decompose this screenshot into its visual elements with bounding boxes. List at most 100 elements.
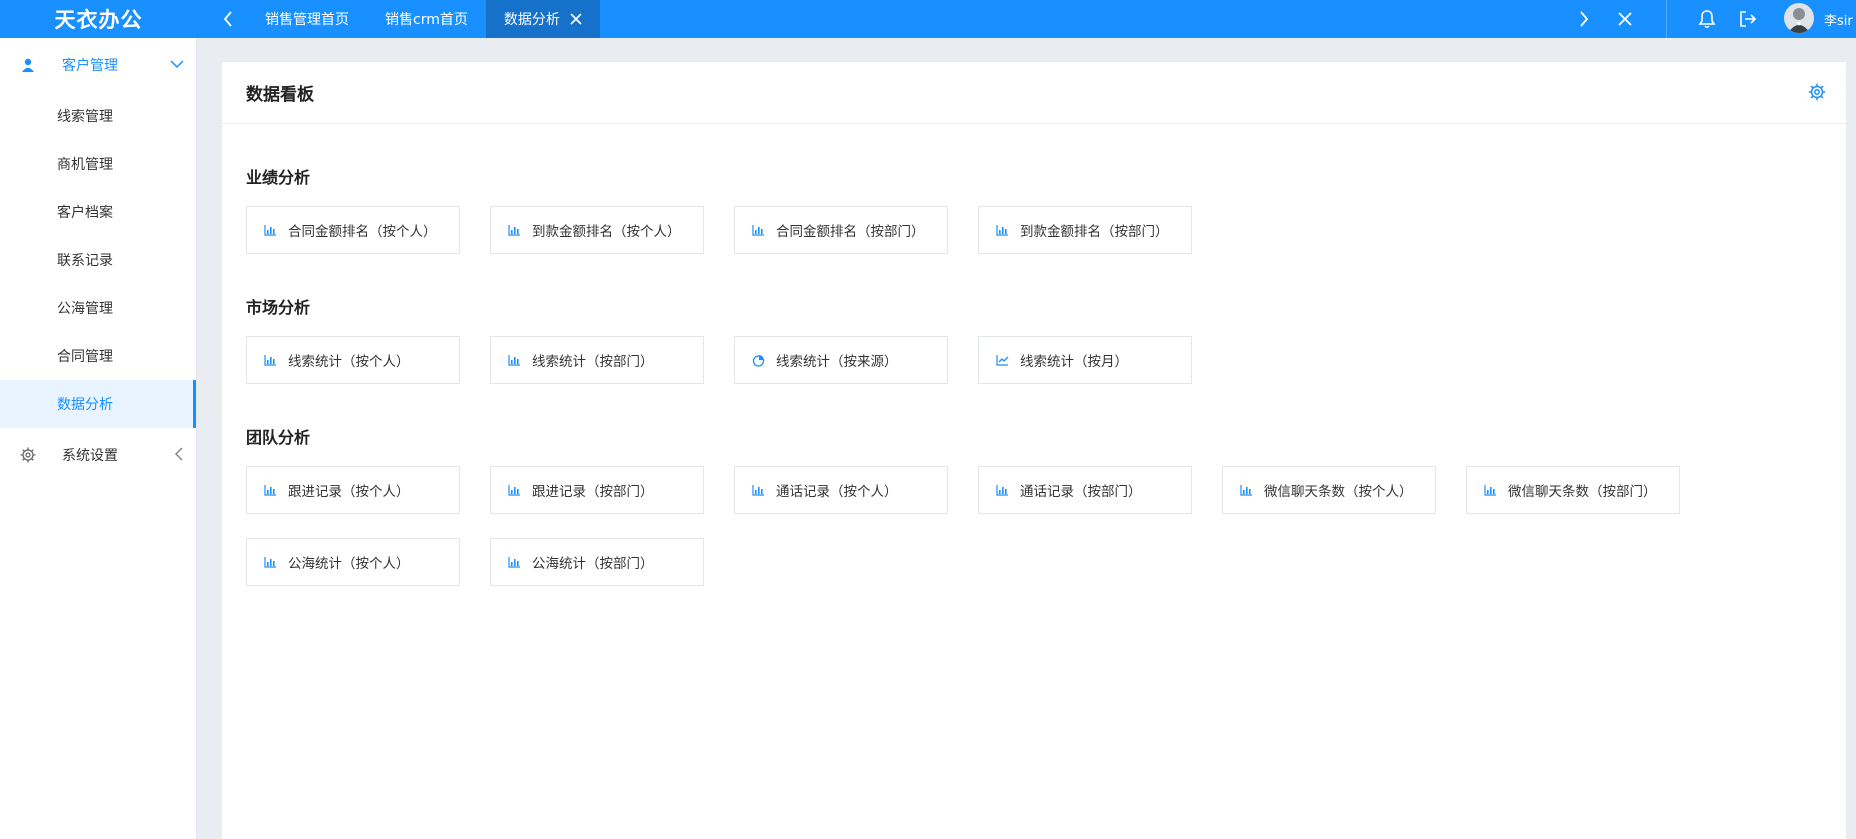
card-label: 通话记录（按部门） — [1020, 484, 1142, 500]
divider — [1666, 0, 1667, 38]
tabs-scroll-right-button[interactable] — [1572, 0, 1596, 38]
sidebar-item-public-pool[interactable]: 公海管理 — [0, 284, 196, 332]
report-card[interactable]: 合同金额排名（按部门） — [734, 206, 948, 254]
tabs-scroll-left-button[interactable] — [216, 0, 240, 38]
card-label: 线索统计（按月） — [1020, 354, 1128, 370]
top-bar: 天衣办公 销售管理首页 销售crm首页 数据分析 李sir — [0, 0, 1856, 38]
card-label: 线索统计（按来源） — [776, 354, 898, 370]
line-chart-icon — [995, 353, 1009, 367]
report-card[interactable]: 到款金额排名（按个人） — [490, 206, 704, 254]
card-label: 跟进记录（按部门） — [532, 484, 654, 500]
sidebar: 客户管理 线索管理 商机管理 客户档案 联系记录 公海管理 合同管理 数据分析 … — [0, 38, 197, 839]
card-label: 合同金额排名（按个人） — [288, 224, 437, 240]
report-card[interactable]: 微信聊天条数（按部门） — [1466, 466, 1680, 514]
user-icon — [20, 57, 36, 73]
bell-icon — [1698, 10, 1716, 29]
section-title: 市场分析 — [246, 298, 311, 317]
sidebar-group-label: 系统设置 — [62, 448, 118, 464]
card-label: 跟进记录（按个人） — [288, 484, 410, 500]
close-all-tabs-button[interactable] — [1612, 0, 1638, 38]
settings-button[interactable] — [1806, 81, 1828, 103]
sidebar-item-leads[interactable]: 线索管理 — [0, 92, 196, 140]
report-card[interactable]: 线索统计（按月） — [978, 336, 1192, 384]
report-card[interactable]: 通话记录（按部门） — [978, 466, 1192, 514]
sidebar-item-opportunities[interactable]: 商机管理 — [0, 140, 196, 188]
report-card[interactable]: 跟进记录（按部门） — [490, 466, 704, 514]
report-card[interactable]: 合同金额排名（按个人） — [246, 206, 460, 254]
sidebar-group-customer-management[interactable]: 客户管理 — [0, 38, 196, 92]
report-card[interactable]: 到款金额排名（按部门） — [978, 206, 1192, 254]
bar-chart-icon — [1483, 483, 1497, 497]
close-tab-icon[interactable] — [570, 13, 582, 25]
sidebar-item-customer-files[interactable]: 客户档案 — [0, 188, 196, 236]
bar-chart-icon — [507, 223, 521, 237]
bar-chart-icon — [995, 223, 1009, 237]
chevron-down-icon — [170, 57, 184, 73]
tab-label: 销售管理首页 — [265, 12, 349, 28]
bar-chart-icon — [263, 555, 277, 569]
card-label: 微信聊天条数（按部门） — [1508, 484, 1657, 500]
dashboard-panel: 数据看板 业绩分析 合同金额排名（按个人） 到款金额排名（按个人） 合同金额排名… — [222, 62, 1846, 839]
chevron-right-icon — [1580, 11, 1589, 27]
tab-bar: 销售管理首页 销售crm首页 数据分析 — [247, 0, 600, 38]
card-label: 通话记录（按个人） — [776, 484, 898, 500]
section-title: 团队分析 — [246, 428, 311, 447]
card-list: 线索统计（按个人） 线索统计（按部门） 线索统计（按来源） 线索统计（按月） — [246, 336, 1746, 408]
sidebar-item-contracts[interactable]: 合同管理 — [0, 332, 196, 380]
bar-chart-icon — [751, 483, 765, 497]
chevron-left-icon — [174, 447, 184, 465]
section-title: 业绩分析 — [246, 168, 311, 187]
logout-button[interactable] — [1735, 0, 1761, 38]
report-card[interactable]: 线索统计（按部门） — [490, 336, 704, 384]
bar-chart-icon — [507, 555, 521, 569]
bar-chart-icon — [1239, 483, 1253, 497]
report-card[interactable]: 跟进记录（按个人） — [246, 466, 460, 514]
card-label: 到款金额排名（按部门） — [1020, 224, 1169, 240]
section-performance-analysis: 业绩分析 合同金额排名（按个人） 到款金额排名（按个人） 合同金额排名（按部门）… — [222, 164, 1846, 278]
card-label: 公海统计（按个人） — [288, 556, 410, 572]
tab-label: 销售crm首页 — [385, 12, 468, 28]
bar-chart-icon — [507, 353, 521, 367]
card-label: 合同金额排名（按部门） — [776, 224, 925, 240]
card-label: 线索统计（按个人） — [288, 354, 410, 370]
gear-icon — [1808, 83, 1826, 101]
sidebar-item-data-analysis[interactable]: 数据分析 — [0, 380, 196, 428]
gear-icon — [20, 447, 36, 463]
report-card[interactable]: 公海统计（按个人） — [246, 538, 460, 586]
bar-chart-icon — [995, 483, 1009, 497]
panel-header: 数据看板 — [222, 62, 1846, 124]
card-label: 线索统计（按部门） — [532, 354, 654, 370]
section-market-analysis: 市场分析 线索统计（按个人） 线索统计（按部门） 线索统计（按来源） 线索统计（… — [222, 294, 1846, 408]
bar-chart-icon — [263, 483, 277, 497]
logout-icon — [1740, 11, 1757, 27]
report-card[interactable]: 公海统计（按部门） — [490, 538, 704, 586]
tab-data-analysis[interactable]: 数据分析 — [485, 0, 600, 38]
user-avatar[interactable] — [1784, 3, 1814, 33]
username[interactable]: 李sir — [1824, 0, 1853, 38]
bar-chart-icon — [751, 223, 765, 237]
card-label: 微信聊天条数（按个人） — [1264, 484, 1413, 500]
section-team-analysis: 团队分析 跟进记录（按个人） 跟进记录（按部门） 通话记录（按个人） 通话记录（… — [222, 424, 1846, 610]
bar-chart-icon — [263, 223, 277, 237]
bar-chart-icon — [507, 483, 521, 497]
report-card[interactable]: 微信聊天条数（按个人） — [1222, 466, 1436, 514]
sidebar-group-label: 客户管理 — [62, 58, 118, 74]
bar-chart-icon — [263, 353, 277, 367]
card-list: 跟进记录（按个人） 跟进记录（按部门） 通话记录（按个人） 通话记录（按部门） … — [246, 466, 1746, 610]
tab-sales-home[interactable]: 销售管理首页 — [247, 0, 367, 38]
brand-logo: 天衣办公 — [54, 8, 143, 32]
report-card[interactable]: 线索统计（按来源） — [734, 336, 948, 384]
close-icon — [1618, 12, 1632, 26]
sidebar-item-contact-records[interactable]: 联系记录 — [0, 236, 196, 284]
card-label: 到款金额排名（按个人） — [532, 224, 681, 240]
page-title: 数据看板 — [246, 85, 314, 105]
report-card[interactable]: 通话记录（按个人） — [734, 466, 948, 514]
tab-label: 数据分析 — [503, 12, 560, 28]
tab-crm-home[interactable]: 销售crm首页 — [367, 0, 486, 38]
card-label: 公海统计（按部门） — [532, 556, 654, 572]
card-list: 合同金额排名（按个人） 到款金额排名（按个人） 合同金额排名（按部门） 到款金额… — [246, 206, 1746, 278]
report-card[interactable]: 线索统计（按个人） — [246, 336, 460, 384]
sidebar-group-system-settings[interactable]: 系统设置 — [0, 428, 196, 482]
notifications-button[interactable] — [1694, 0, 1720, 38]
pie-chart-icon — [751, 353, 765, 367]
